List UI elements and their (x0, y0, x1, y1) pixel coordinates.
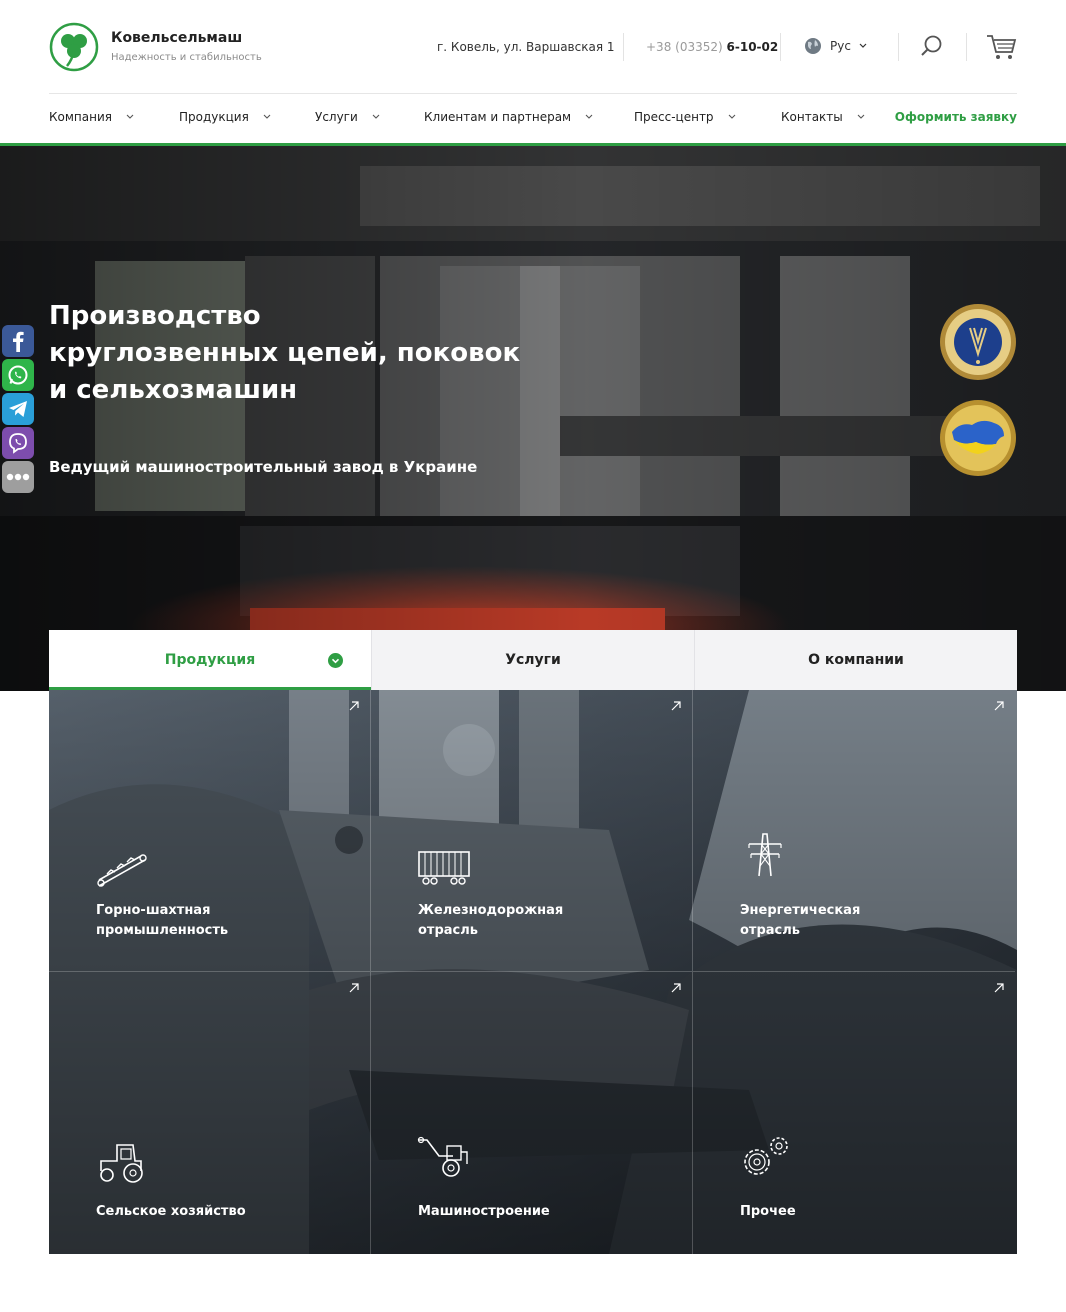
external-arrow-icon (994, 701, 1004, 711)
nav-item-clients[interactable]: Клиентам и партнерам (424, 110, 593, 124)
cultivator-icon (417, 1136, 468, 1177)
facebook-icon[interactable] (2, 325, 34, 357)
category-other[interactable]: Прочее (693, 972, 1015, 1254)
chevron-down-icon (585, 114, 593, 119)
page: Ковельсельмаш Надежность и стабильность … (0, 0, 1066, 1312)
cart-icon[interactable] (986, 33, 1018, 61)
search-icon[interactable] (920, 34, 944, 58)
nav-item-services[interactable]: Услуги (315, 110, 380, 124)
category-machine-building[interactable]: Машиностроение (371, 972, 693, 1254)
hero-title: Производство круглозвенных цепей, поково… (49, 298, 569, 409)
category-agriculture[interactable]: Сельское хозяйство (49, 972, 371, 1254)
language-label: Рус (830, 39, 851, 53)
category-label-line: Машиностроение (418, 1204, 550, 1219)
telegram-icon[interactable] (2, 393, 34, 425)
hero-banner: Производство круглозвенных цепей, поково… (0, 146, 1066, 691)
tab-services[interactable]: Услуги (371, 630, 694, 690)
brand-name[interactable]: Ковельсельмаш (111, 30, 242, 46)
nav-item-company[interactable]: Компания (49, 110, 134, 124)
category-label-line: отрасль (740, 923, 800, 938)
language-selector[interactable]: Рус (804, 37, 867, 55)
phone-prefix: +38 (03352) (646, 40, 723, 54)
section-tabs: Продукция Услуги О компании (49, 630, 1017, 690)
gears-icon (744, 1137, 788, 1175)
hero-background-image (0, 146, 1066, 691)
hero-title-line: и сельхозмашин (49, 375, 298, 405)
external-arrow-icon (671, 701, 681, 711)
check-circle-icon (328, 653, 343, 668)
company-address: г. Ковель, ул. Варшавская 1 (437, 40, 615, 54)
hero-title-line: круглозвенных цепей, поковок (49, 338, 521, 368)
external-arrow-icon (349, 983, 359, 993)
chevron-down-icon (263, 114, 271, 119)
external-arrow-icon (671, 983, 681, 993)
whatsapp-icon[interactable] (2, 359, 34, 391)
chevron-down-icon (126, 114, 134, 119)
category-railway[interactable]: Железнодорожная отрасль (371, 690, 693, 972)
nav-item-label: Продукция (179, 110, 249, 124)
nav-item-products[interactable]: Продукция (179, 110, 271, 124)
nav-item-label: Пресс-центр (634, 110, 714, 124)
tractor-icon (100, 1144, 143, 1183)
chevron-down-icon (728, 114, 735, 119)
order-request-link[interactable]: Оформить заявку (895, 110, 1017, 124)
tab-label: Продукция (164, 652, 256, 668)
nav-item-label: Клиентам и партнерам (424, 110, 572, 124)
nav-item-contacts[interactable]: Контакты (781, 110, 865, 124)
tab-label: О компании (808, 652, 904, 668)
category-label: Сельское хозяйство (96, 1202, 336, 1222)
clover-logo-icon[interactable] (49, 22, 99, 72)
site-header: Ковельсельмаш Надежность и стабильность … (0, 0, 1066, 146)
nav-item-label: Услуги (315, 110, 358, 124)
main-nav: Компания Продукция Услуги Клиентам и пар… (49, 110, 1017, 130)
category-grid: Горно-шахтная промышленность Железнодоро… (49, 690, 1017, 1254)
external-arrow-icon (994, 983, 1004, 993)
category-label: Железнодорожная отрасль (418, 901, 658, 941)
viber-icon[interactable] (2, 427, 34, 459)
hero-title-line: Производство (49, 301, 261, 331)
category-label: Энергетическая отрасль (740, 901, 980, 941)
globe-icon (805, 38, 821, 54)
power-tower-icon (748, 833, 782, 877)
divider (623, 33, 624, 61)
category-label-line: промышленность (96, 923, 229, 938)
social-share-bar (2, 325, 34, 495)
category-label-line: Энергетическая (740, 903, 861, 918)
category-mining[interactable]: Горно-шахтная промышленность (49, 690, 371, 972)
category-label-line: отрасль (418, 923, 478, 938)
external-arrow-icon (349, 701, 359, 711)
conveyor-icon (97, 854, 147, 887)
chevron-down-icon (859, 43, 867, 48)
nav-item-press[interactable]: Пресс-центр (634, 110, 736, 124)
category-label-line: Горно-шахтная (96, 903, 211, 918)
category-label-line: Сельское хозяйство (96, 1204, 246, 1219)
tab-products[interactable]: Продукция (49, 630, 371, 690)
category-label-line: Прочее (740, 1204, 796, 1219)
tab-about[interactable]: О компании (694, 630, 1017, 690)
ukraine-map-medal-icon (940, 400, 1016, 476)
divider (780, 33, 781, 61)
category-label: Машиностроение (418, 1202, 658, 1222)
header-divider (49, 93, 1017, 94)
divider (966, 33, 967, 61)
category-label: Прочее (740, 1202, 980, 1222)
chevron-down-icon (372, 114, 380, 119)
phone-link[interactable]: +38 (03352) 6-10-02 (646, 40, 778, 54)
category-energy[interactable]: Энергетическая отрасль (693, 690, 1015, 972)
railcar-icon (418, 851, 470, 885)
more-icon[interactable] (2, 461, 34, 493)
category-label-line: Железнодорожная (418, 903, 564, 918)
category-label: Горно-шахтная промышленность (96, 901, 336, 941)
tab-label: Услуги (505, 652, 561, 668)
brand-tagline: Надежность и стабильность (111, 52, 262, 63)
nav-item-label: Компания (49, 110, 112, 124)
nav-item-label: Контакты (781, 110, 843, 124)
phone-number: 6-10-02 (726, 40, 779, 54)
divider (898, 33, 899, 61)
quality-medal-icon (940, 304, 1016, 380)
chevron-down-icon (857, 114, 865, 119)
hero-subtitle: Ведущий машиностроительный завод в Украи… (49, 458, 478, 476)
